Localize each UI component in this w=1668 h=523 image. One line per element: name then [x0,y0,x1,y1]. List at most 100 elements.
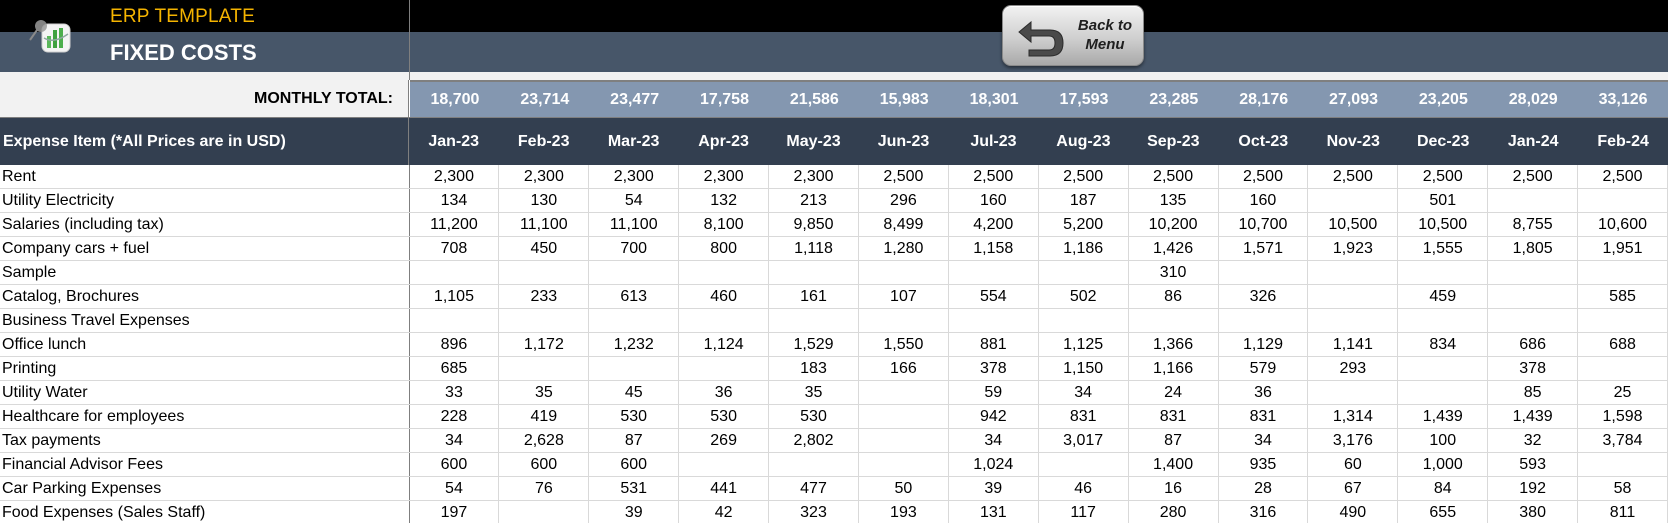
monthly-total-cell[interactable]: 18,301 [949,82,1039,117]
amount-cell[interactable]: 2,300 [410,165,500,188]
amount-cell[interactable]: 87 [1129,429,1219,452]
amount-cell[interactable]: 2,500 [1308,165,1399,188]
amount-cell[interactable]: 11,200 [410,213,500,236]
amount-cell[interactable]: 1,186 [1039,237,1129,260]
amount-cell[interactable] [679,309,770,332]
amount-cell[interactable]: 1,555 [1398,237,1489,260]
amount-cell[interactable]: 296 [859,189,949,212]
amount-cell[interactable]: 700 [589,237,680,260]
amount-cell[interactable]: 2,500 [1398,165,1489,188]
amount-cell[interactable]: 34 [1219,429,1309,452]
expense-item-cell[interactable]: Car Parking Expenses [0,477,410,500]
expense-item-cell[interactable]: Rent [0,165,410,188]
amount-cell[interactable]: 134 [410,189,500,212]
amount-cell[interactable]: 34 [410,429,500,452]
expense-item-header[interactable]: Expense Item (*All Prices are in USD) [0,118,409,165]
month-header[interactable]: Aug-23 [1038,118,1128,165]
expense-item-cell[interactable]: Business Travel Expenses [0,309,410,332]
amount-cell[interactable]: 84 [1398,477,1489,500]
amount-cell[interactable] [1308,309,1399,332]
amount-cell[interactable]: 8,499 [859,213,949,236]
amount-cell[interactable]: 1,439 [1398,405,1489,428]
amount-cell[interactable]: 811 [1578,501,1668,523]
expense-item-cell[interactable]: Salaries (including tax) [0,213,410,236]
amount-cell[interactable]: 600 [589,453,680,476]
amount-cell[interactable]: 831 [1129,405,1219,428]
amount-cell[interactable]: 686 [1488,333,1579,356]
amount-cell[interactable]: 831 [1219,405,1309,428]
amount-cell[interactable]: 135 [1129,189,1219,212]
amount-cell[interactable] [1219,309,1309,332]
amount-cell[interactable]: 3,017 [1039,429,1129,452]
amount-cell[interactable]: 213 [769,189,859,212]
amount-cell[interactable] [589,309,680,332]
amount-cell[interactable]: 166 [859,357,949,380]
amount-cell[interactable]: 34 [1039,381,1129,404]
monthly-total-cell[interactable]: 18,700 [410,82,500,117]
amount-cell[interactable]: 60 [1308,453,1399,476]
amount-cell[interactable]: 67 [1308,477,1399,500]
amount-cell[interactable]: 1,000 [1398,453,1489,476]
amount-cell[interactable] [859,261,949,284]
amount-cell[interactable]: 1,141 [1308,333,1399,356]
amount-cell[interactable]: 36 [1219,381,1309,404]
amount-cell[interactable] [1398,357,1489,380]
amount-cell[interactable]: 600 [410,453,500,476]
amount-cell[interactable] [1398,261,1489,284]
amount-cell[interactable]: 323 [769,501,859,523]
amount-cell[interactable]: 2,500 [1578,165,1668,188]
amount-cell[interactable]: 76 [499,477,590,500]
amount-cell[interactable]: 35 [499,381,590,404]
amount-cell[interactable]: 2,802 [769,429,859,452]
amount-cell[interactable] [1308,189,1399,212]
amount-cell[interactable] [679,357,770,380]
amount-cell[interactable] [1129,309,1219,332]
expense-item-cell[interactable]: Food Expenses (Sales Staff) [0,501,410,523]
amount-cell[interactable]: 11,100 [499,213,590,236]
amount-cell[interactable]: 1,439 [1488,405,1579,428]
amount-cell[interactable]: 5,200 [1039,213,1129,236]
amount-cell[interactable]: 530 [769,405,859,428]
amount-cell[interactable]: 477 [769,477,859,500]
amount-cell[interactable]: 2,500 [1039,165,1129,188]
amount-cell[interactable]: 1,105 [410,285,500,308]
amount-cell[interactable]: 1,024 [949,453,1039,476]
expense-item-cell[interactable]: Catalog, Brochures [0,285,410,308]
amount-cell[interactable] [499,357,590,380]
amount-cell[interactable]: 2,500 [949,165,1039,188]
amount-cell[interactable]: 8,100 [679,213,770,236]
amount-cell[interactable]: 708 [410,237,500,260]
amount-cell[interactable] [1219,261,1309,284]
amount-cell[interactable]: 193 [859,501,949,523]
amount-cell[interactable] [859,309,949,332]
amount-cell[interactable]: 1,529 [769,333,859,356]
amount-cell[interactable]: 228 [410,405,500,428]
amount-cell[interactable]: 459 [1398,285,1489,308]
month-header[interactable]: Jan-23 [409,118,499,165]
amount-cell[interactable]: 107 [859,285,949,308]
amount-cell[interactable]: 25 [1578,381,1668,404]
expense-item-cell[interactable]: Tax payments [0,429,410,452]
amount-cell[interactable]: 10,700 [1219,213,1309,236]
amount-cell[interactable]: 688 [1578,333,1668,356]
amount-cell[interactable]: 161 [769,285,859,308]
monthly-total-cell[interactable]: 28,029 [1488,82,1578,117]
expense-item-cell[interactable]: Utility Water [0,381,410,404]
monthly-total-cell[interactable]: 23,285 [1129,82,1219,117]
monthly-total-cell[interactable]: 23,714 [500,82,590,117]
expense-item-cell[interactable]: Office lunch [0,333,410,356]
amount-cell[interactable]: 2,300 [679,165,770,188]
amount-cell[interactable]: 685 [410,357,500,380]
month-header[interactable]: Nov-23 [1308,118,1398,165]
amount-cell[interactable] [1488,189,1579,212]
amount-cell[interactable]: 160 [1219,189,1309,212]
amount-cell[interactable]: 2,628 [499,429,590,452]
amount-cell[interactable]: 593 [1488,453,1579,476]
amount-cell[interactable]: 3,784 [1578,429,1668,452]
monthly-total-cell[interactable]: 33,126 [1578,82,1668,117]
amount-cell[interactable] [410,309,500,332]
amount-cell[interactable]: 441 [679,477,770,500]
month-header[interactable]: Jun-23 [859,118,949,165]
amount-cell[interactable]: 1,923 [1308,237,1399,260]
amount-cell[interactable] [499,309,590,332]
